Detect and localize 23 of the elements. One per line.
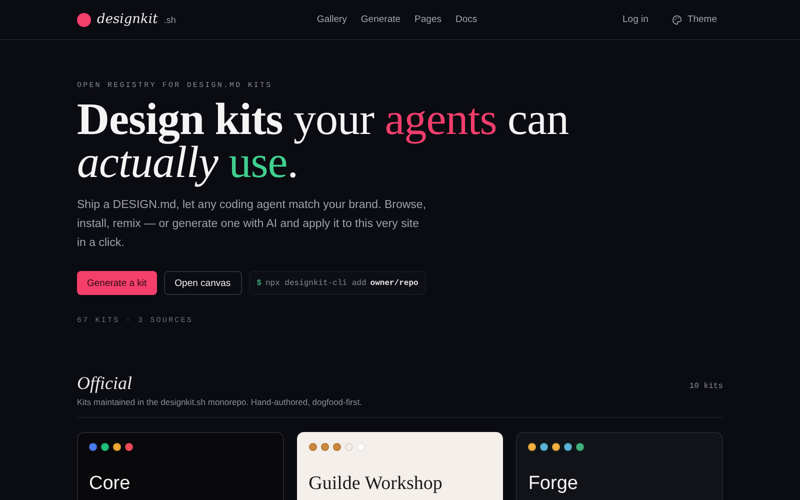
theme-button[interactable]: Theme — [672, 14, 717, 25]
kit-card[interactable]: Forge — [516, 432, 723, 500]
kit-card[interactable]: Guilde Workshop — [296, 432, 504, 500]
section-subtitle: Kits maintained in the designkit.sh monorepo. Hand-authored, dogfood-first. — [77, 397, 362, 407]
nav-link[interactable]: Gallery — [316, 14, 347, 25]
generate-button[interactable]: Generate a kit — [77, 271, 157, 295]
kit-count: 10 kits — [689, 382, 723, 391]
canvas-button[interactable]: Open canvas — [164, 271, 242, 295]
palette-icon — [672, 14, 682, 24]
section-title: Official — [77, 373, 133, 394]
kit-name: Core — [89, 473, 132, 495]
kit-card[interactable]: Core — [77, 432, 284, 500]
nav-link[interactable]: Generate — [360, 14, 401, 25]
logo-suffix: .sh — [164, 14, 176, 24]
command-snippet[interactable]: $ npx designkit-cli add owner/repo — [248, 271, 426, 295]
kit-name: Forge — [528, 473, 579, 495]
logo-text[interactable]: designkit — [97, 12, 158, 27]
login-link[interactable]: Log in — [622, 14, 648, 25]
logo-icon — [77, 12, 91, 26]
nav-link[interactable]: Pages — [414, 14, 442, 25]
description: Ship a DESIGN.md, let any coding agent match your brand. Browse, install, remix — or generate one with AI and apply it to this very site in a click. — [77, 198, 427, 251]
nav-link[interactable]: Docs — [455, 14, 478, 25]
kit-name: Guilde Workshop — [308, 473, 444, 495]
